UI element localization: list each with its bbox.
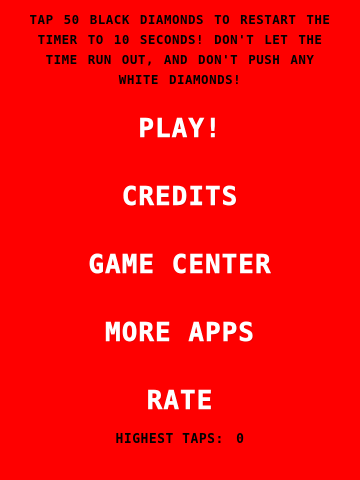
- instructions-line-3: TIME RUN OUT, AND DON'T PUSH ANY: [45, 52, 315, 67]
- rate-button[interactable]: RATE: [0, 386, 360, 417]
- main-menu-screen: TAP 50 BLACK DIAMONDS TO RESTART THE TIM…: [0, 0, 360, 480]
- play-button[interactable]: PLAY!: [0, 114, 360, 145]
- more-apps-button[interactable]: MORE APPS: [0, 318, 360, 349]
- instructions-text: TAP 50 BLACK DIAMONDS TO RESTART THE TIM…: [10, 10, 350, 90]
- instructions-line-1: TAP 50 BLACK DIAMONDS TO RESTART THE: [29, 12, 331, 27]
- highest-taps-score: HIGHEST TAPS: 0: [0, 432, 360, 447]
- highest-taps-label: HIGHEST TAPS:: [115, 432, 224, 447]
- highest-taps-value: 0: [236, 432, 245, 447]
- game-center-button[interactable]: GAME CENTER: [0, 250, 360, 281]
- instructions-line-4: WHITE DIAMONDS!: [118, 72, 242, 87]
- credits-button[interactable]: CREDITS: [0, 182, 360, 213]
- instructions-line-2: TIMER TO 10 SECONDS! DON'T LET THE: [37, 32, 323, 47]
